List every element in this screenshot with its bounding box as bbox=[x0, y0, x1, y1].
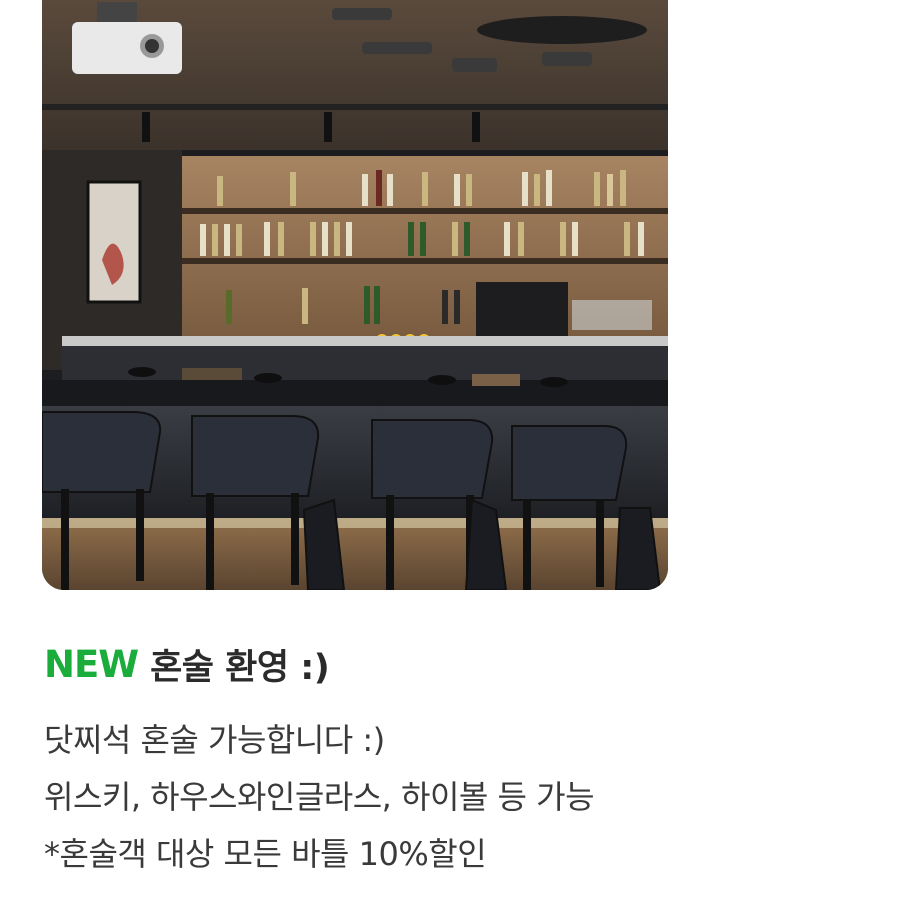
body-line-drinks: 위스키, 하우스와인글라스, 하이볼 등 가능 bbox=[44, 778, 595, 816]
post-title: NEW 혼술 환영 :) bbox=[44, 636, 330, 692]
body-line-discount: *혼술객 대상 모든 바틀 10%할인 bbox=[44, 835, 487, 873]
new-badge: NEW bbox=[44, 642, 139, 686]
post-photo[interactable] bbox=[42, 0, 668, 590]
post-body: 닷찌석 혼술 가능합니다 :) 위스키, 하우스와인글라스, 하이볼 등 가능 … bbox=[44, 712, 874, 883]
bar-interior-photo bbox=[42, 0, 668, 590]
body-line-seat: 닷찌석 혼술 가능합니다 :) bbox=[44, 721, 385, 759]
title-text: 혼술 환영 :) bbox=[150, 647, 330, 688]
